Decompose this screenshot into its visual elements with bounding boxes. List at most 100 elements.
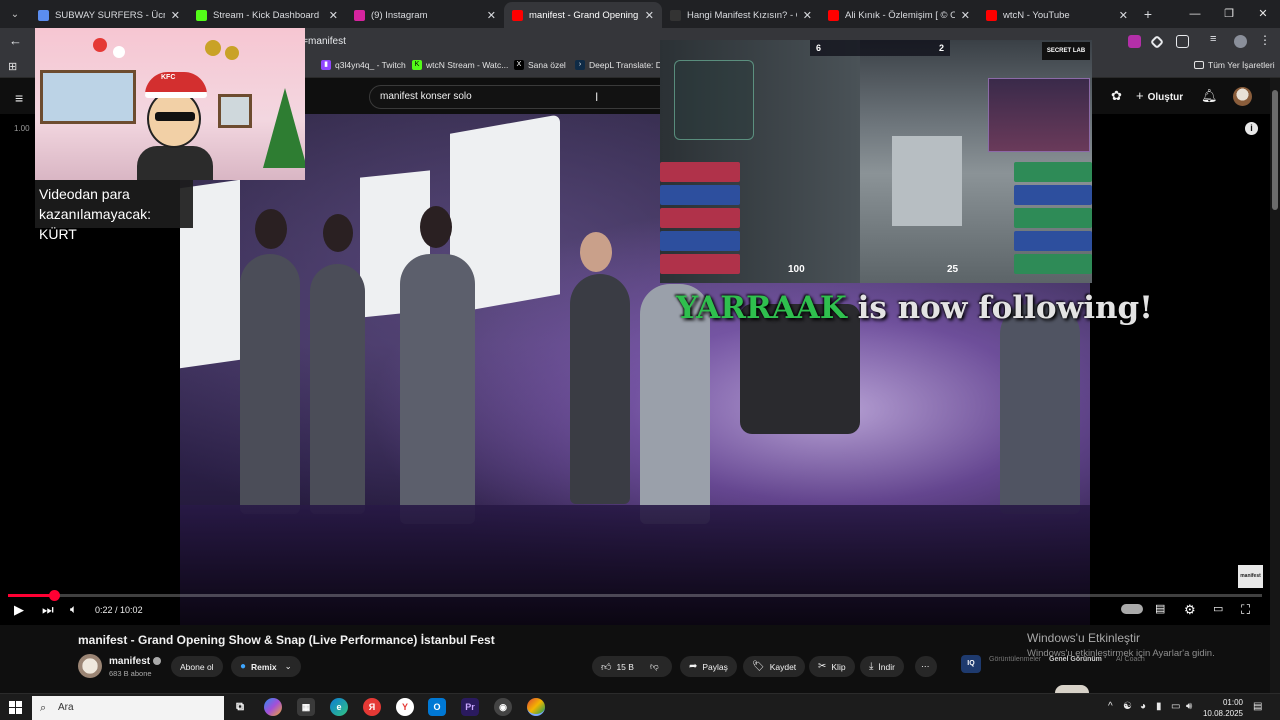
camera-extension-icon[interactable]: ✿ — [1111, 88, 1122, 104]
time-display: 0:22 / 10:02 — [95, 605, 143, 615]
more-actions-button[interactable]: ⋯ — [915, 656, 937, 677]
all-bookmarks[interactable]: Tüm Yer İşaretleri — [1194, 60, 1275, 70]
outlook-icon[interactable]: O — [428, 698, 446, 716]
extension-diamond-icon[interactable] — [1149, 34, 1165, 50]
new-tab-button[interactable]: + — [1136, 6, 1160, 22]
follow-message: is now following! — [846, 290, 1153, 326]
scrubber-handle[interactable] — [49, 590, 60, 601]
browser-tab[interactable]: (9) Instagram ✕ — [346, 2, 504, 28]
bookmark-item[interactable]: › DeepL Translate: Dü... — [575, 60, 674, 70]
tray-network-icon[interactable]: ▭ — [1171, 701, 1180, 712]
subtitles-icon[interactable]: ▤ — [1155, 602, 1165, 615]
notification-center-icon[interactable]: ▤ — [1253, 701, 1262, 712]
create-button[interactable]: + Oluştur — [1136, 88, 1183, 103]
channel-name[interactable]: manifest — [109, 656, 162, 667]
roster-slot — [1014, 185, 1092, 205]
volume-icon[interactable]: 🔈︎ — [70, 602, 77, 617]
account-avatar[interactable] — [1233, 87, 1252, 106]
close-window-icon[interactable]: ✕ — [1246, 0, 1280, 28]
close-tab-icon[interactable]: ✕ — [1119, 9, 1128, 22]
address-bar[interactable]: l=manifest — [300, 32, 346, 52]
tray-discord-icon[interactable]: ◕ — [1140, 701, 1146, 712]
tab-list: SUBWAY SURFERS - Ücretsiz Ç✕Stream - Kic… — [30, 0, 1136, 28]
system-clock[interactable]: 01:00 10.08.2025 — [1199, 697, 1243, 719]
bookmark-item[interactable]: X Sana özel — [514, 60, 566, 70]
browser-tab[interactable]: wtcN - YouTube ✕ — [978, 2, 1136, 28]
restore-icon[interactable]: ❐ — [1212, 0, 1246, 28]
windows-activation-title: Windows'u Etkinleştir — [1027, 631, 1140, 645]
next-icon[interactable]: ⏭︎ — [42, 602, 54, 618]
tab-search-icon[interactable]: ⌄ — [4, 3, 26, 25]
clip-button[interactable]: ✂ Klip — [809, 656, 855, 677]
iq-extension-icon[interactable]: IQ — [961, 655, 981, 673]
remix-button[interactable]: ● Remix ⌄ — [231, 656, 301, 677]
kick-icon: K — [412, 60, 422, 70]
settings-gear-icon[interactable]: ⚙ — [1184, 602, 1196, 618]
save-button[interactable]: 🏷︎ Kaydet — [743, 656, 806, 677]
close-tab-icon[interactable]: ✕ — [329, 9, 338, 22]
browser-tab[interactable]: SUBWAY SURFERS - Ücretsiz Ç ✕ — [30, 2, 188, 28]
channel-avatar[interactable] — [78, 654, 102, 678]
browser-tab[interactable]: manifest - Grand Opening S ✕ — [504, 2, 662, 28]
tray-app-icon[interactable]: ☯ — [1123, 701, 1132, 712]
browser-menu-icon[interactable]: ⋮ — [1259, 33, 1271, 47]
close-tab-icon[interactable]: ✕ — [487, 9, 496, 22]
share-button[interactable]: ➦ Paylaş — [680, 656, 737, 677]
close-tab-icon[interactable]: ✕ — [961, 9, 970, 22]
browser-tab[interactable]: Ali Kınık - Özlemişim [ © Officia ✕ — [820, 2, 978, 28]
apps-grid-icon[interactable]: ⊞ — [8, 60, 17, 73]
like-icon[interactable]: 👍︎ — [601, 661, 611, 673]
ammo-value: 25 — [947, 264, 959, 275]
youtube-icon — [512, 9, 523, 21]
tray-usb-icon[interactable]: ▮ — [1156, 701, 1162, 712]
browser-tab[interactable]: Stream - Kick Dashboard ✕ — [188, 2, 346, 28]
browser-tab[interactable]: Hangi Manifest Kızısın? - Oned ✕ — [662, 2, 820, 28]
window-controls: — ❐ ✕ — [1178, 0, 1280, 28]
bookmark-item[interactable]: ▮ q3l4yn4q_ - Twitch — [321, 60, 406, 70]
media-control-icon[interactable]: ≡ — [1210, 33, 1216, 45]
back-icon[interactable]: ← — [9, 33, 22, 48]
subscribe-button[interactable]: Abone ol — [171, 656, 223, 677]
close-tab-icon[interactable]: ✕ — [803, 9, 812, 22]
yandex-icon[interactable]: Y — [396, 698, 414, 716]
avatar-body — [137, 146, 213, 180]
edge-icon[interactable]: e — [330, 698, 348, 716]
taskbar-search-input[interactable]: ⌕ Ara — [32, 696, 224, 720]
page-scrollbar[interactable] — [1270, 78, 1280, 693]
channel-watermark[interactable]: manifest — [1238, 565, 1263, 588]
task-view-icon[interactable]: ⧉ — [231, 698, 249, 716]
autoplay-toggle[interactable] — [1121, 604, 1143, 614]
chrome-icon[interactable] — [527, 698, 545, 716]
yandex-browser-icon[interactable]: Я — [363, 698, 381, 716]
profile-icon[interactable] — [1234, 35, 1247, 48]
tab-title: (9) Instagram — [371, 9, 428, 21]
theater-mode-icon[interactable]: ▭ — [1213, 602, 1223, 615]
tray-chevron-up-icon[interactable]: ^ — [1108, 701, 1113, 712]
store-icon[interactable]: ▦ — [297, 698, 315, 716]
dislike-icon[interactable]: 👎︎ — [650, 661, 659, 672]
windows-start-icon[interactable] — [9, 701, 22, 714]
bookmark-item[interactable]: KwtcN Stream - Watc... — [412, 60, 508, 70]
copilot-icon[interactable] — [264, 698, 282, 716]
progress-bar[interactable] — [8, 590, 1262, 601]
search-input[interactable]: manifest konser solo — [369, 85, 669, 109]
tray-volume-icon[interactable]: 🔊︎ — [1186, 701, 1192, 712]
play-icon[interactable]: ▶ — [14, 602, 24, 618]
hamburger-menu-icon[interactable]: ≡ — [15, 90, 23, 106]
notifications-bell-icon[interactable]: 🔔︎ — [1201, 88, 1218, 104]
kick-icon — [196, 9, 207, 21]
scrollbar-thumb[interactable] — [1272, 90, 1278, 210]
info-icon[interactable]: i — [1245, 122, 1258, 135]
minimize-icon[interactable]: — — [1178, 0, 1212, 28]
close-tab-icon[interactable]: ✕ — [645, 9, 654, 22]
obs-icon[interactable]: ◉ — [494, 698, 512, 716]
performer-head — [420, 206, 452, 248]
premiere-icon[interactable]: Pr — [461, 698, 479, 716]
performer — [1000, 304, 1080, 514]
roster-slot — [660, 185, 740, 205]
download-button[interactable]: ⤓ İndir — [860, 656, 904, 677]
extension-icon[interactable] — [1128, 35, 1141, 48]
fullscreen-icon[interactable]: ⛶ — [1241, 602, 1250, 618]
close-tab-icon[interactable]: ✕ — [171, 9, 180, 22]
extensions-puzzle-icon[interactable] — [1176, 35, 1189, 48]
